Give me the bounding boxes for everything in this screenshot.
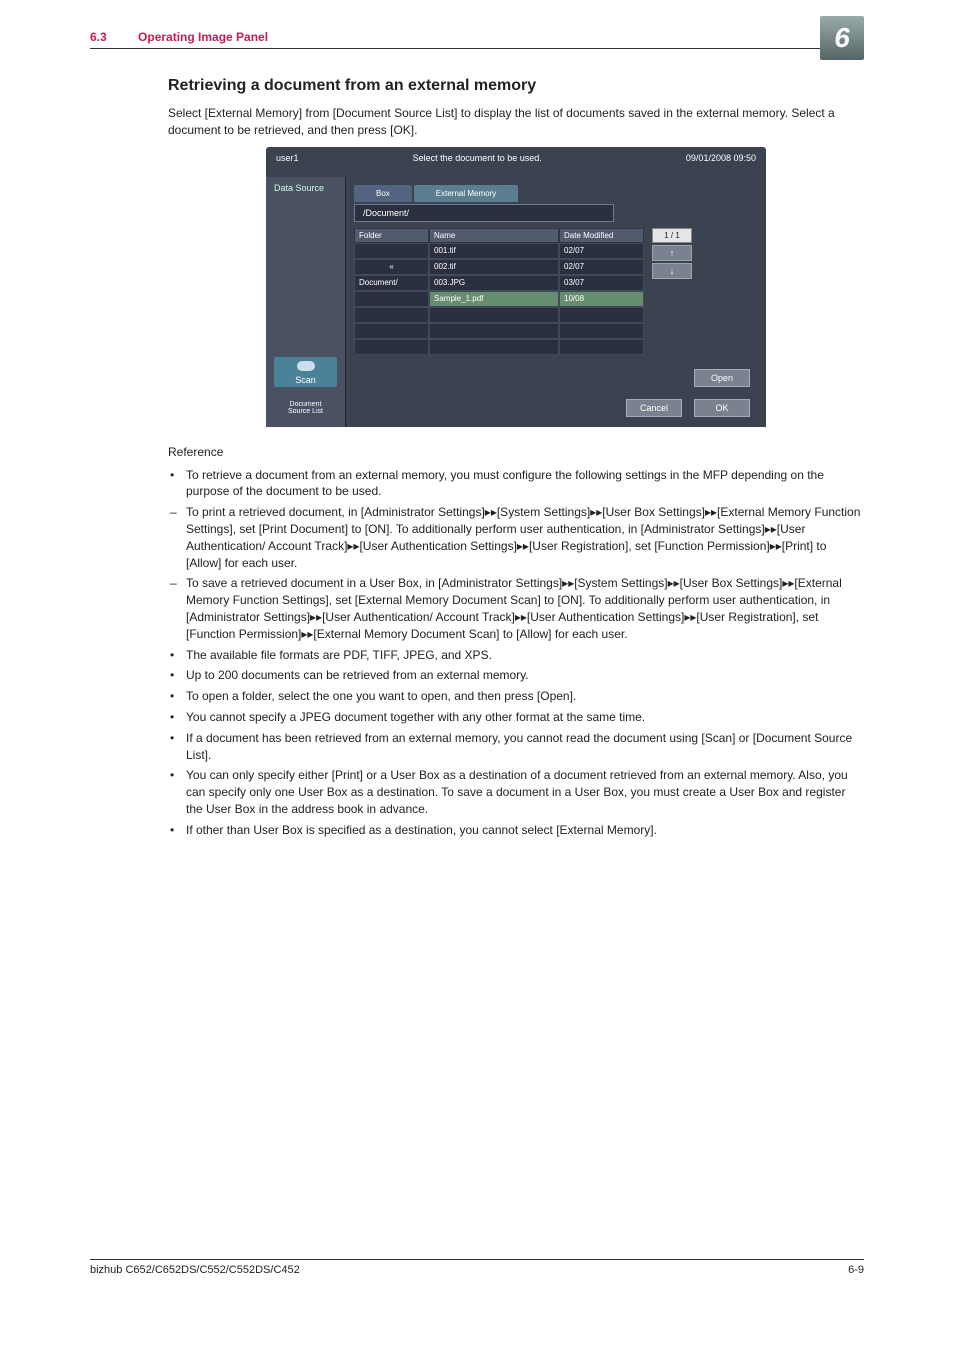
page-heading: Retrieving a document from an external m… — [168, 77, 864, 95]
section-number: 6.3 — [90, 30, 107, 44]
ss-file-row — [429, 339, 559, 355]
ss-datetime: 09/01/2008 09:50 — [686, 153, 756, 163]
ss-date-cell — [559, 339, 644, 355]
ss-col-date: Date Modified — [559, 228, 644, 243]
ss-arrow-up-button[interactable]: ↑ — [652, 245, 692, 261]
ss-page-counter: 1 / 1 — [652, 228, 692, 243]
dash-item: To print a retrieved document, in [Admin… — [168, 504, 864, 571]
ss-scan-button[interactable]: Scan — [274, 357, 337, 387]
ss-file-row[interactable]: 003.JPG — [429, 275, 559, 291]
ss-col-folder: Folder — [354, 228, 429, 243]
bullet-item: To retrieve a document from an external … — [168, 467, 864, 501]
ss-date-cell: 03/07 — [559, 275, 644, 291]
ss-ok-button[interactable]: OK — [694, 399, 750, 417]
bullet-item: To open a folder, select the one you wan… — [168, 688, 864, 705]
footer-page: 6-9 — [848, 1264, 864, 1276]
ss-date-cell: 02/07 — [559, 259, 644, 275]
intro-paragraph: Select [External Memory] from [Document … — [168, 105, 864, 139]
footer-model: bizhub C652/C652DS/C552/C552DS/C452 — [90, 1264, 300, 1276]
ss-date-cell: 02/07 — [559, 243, 644, 259]
ss-col-name: Name — [429, 228, 559, 243]
chapter-badge: 6 — [820, 16, 864, 60]
ss-docsrc-label-2: Source List — [288, 408, 323, 415]
ss-folder-cell[interactable] — [354, 243, 429, 259]
scanner-icon — [297, 361, 315, 371]
arrow-down-icon: ↓ — [670, 266, 675, 276]
ss-file-row-selected[interactable]: Sample_1.pdf — [429, 291, 559, 307]
ss-date-cell-selected: 10/08 — [559, 291, 644, 307]
ss-folder-cell — [354, 291, 429, 307]
ss-file-row[interactable]: 002.tif — [429, 259, 559, 275]
ss-arrow-down-button[interactable]: ↓ — [652, 263, 692, 279]
ss-folder-up[interactable]: « — [354, 259, 429, 275]
reference-heading: Reference — [168, 445, 864, 459]
bullet-item: If a document has been retrieved from an… — [168, 730, 864, 764]
ss-folder-cell — [354, 339, 429, 355]
section-title: Operating Image Panel — [138, 30, 268, 44]
ss-open-button[interactable]: Open — [694, 369, 750, 387]
ss-tab-box[interactable]: Box — [354, 185, 412, 202]
ss-tab-external[interactable]: External Memory — [414, 185, 518, 202]
ss-date-cell — [559, 323, 644, 339]
ss-cancel-button[interactable]: Cancel — [626, 399, 682, 417]
ss-path: /Document/ — [354, 204, 614, 222]
mfp-screenshot: user1 Select the document to be used. 09… — [266, 147, 766, 427]
ss-data-source-label: Data Source — [266, 177, 345, 199]
ss-file-row — [429, 307, 559, 323]
ss-date-cell — [559, 307, 644, 323]
bullet-item: The available file formats are PDF, TIFF… — [168, 647, 864, 664]
ss-title: Select the document to be used. — [269, 153, 686, 163]
bullet-item: Up to 200 documents can be retrieved fro… — [168, 667, 864, 684]
bullet-item: You can only specify either [Print] or a… — [168, 767, 864, 817]
ss-document-source-list-button[interactable]: Document Source List — [274, 393, 337, 423]
ss-file-row[interactable]: 001.tif — [429, 243, 559, 259]
arrow-up-icon: ↑ — [670, 248, 675, 258]
ss-docsrc-label-1: Document — [290, 401, 322, 408]
dash-item: To save a retrieved document in a User B… — [168, 575, 864, 642]
ss-folder-cell — [354, 307, 429, 323]
bullet-item: If other than User Box is specified as a… — [168, 822, 864, 839]
ss-file-row — [429, 323, 559, 339]
ss-folder-cell — [354, 323, 429, 339]
ss-folder-document[interactable]: Document/ — [354, 275, 429, 291]
ss-scan-label: Scan — [295, 375, 316, 385]
bullet-item: You cannot specify a JPEG document toget… — [168, 709, 864, 726]
